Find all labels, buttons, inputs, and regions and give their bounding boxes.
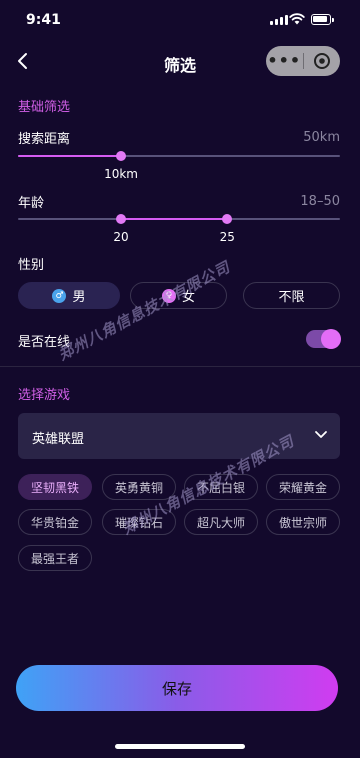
cellular-signal-icon [270,15,288,25]
game-select-value: 英雄联盟 [32,432,85,447]
distance-max: 50km [303,130,340,145]
battery-icon [311,14,334,25]
gender-option-label: 男 [72,290,86,305]
rank-chip-label: 超凡大师 [196,515,245,530]
rank-chip-label: 荣耀黄金 [278,480,327,495]
age-slider-fill [121,218,228,220]
rank-chip[interactable]: 超凡大师 [184,509,258,535]
gender-option-male[interactable]: ♂ 男 [18,282,120,309]
age-low-value: 20 [113,230,129,244]
basic-filter-title: 基础筛选 [18,100,71,115]
distance-slider-fill [18,155,122,157]
distance-value: 10km [104,167,138,181]
wifi-icon [289,13,305,25]
chevron-down-icon [315,431,327,438]
rank-chip[interactable]: 荣耀黄金 [266,474,340,500]
age-slider-high-knob[interactable] [222,214,233,224]
section-divider [0,366,360,367]
distance-slider-knob[interactable] [116,151,127,161]
online-toggle-thumb [321,329,341,349]
age-slider[interactable]: 20 25 [18,214,340,244]
gender-option-label: 不限 [278,290,305,305]
distance-label: 搜索距离 [18,132,71,147]
rank-chip-label: 坚韧黑铁 [30,480,79,495]
save-button[interactable]: 保存 [16,665,338,711]
online-toggle[interactable] [306,329,341,349]
male-icon: ♂ [52,288,67,303]
age-label: 年龄 [18,196,45,211]
rank-chip[interactable]: 最强王者 [18,545,92,571]
game-select[interactable]: 英雄联盟 [18,413,340,459]
status-bar: 9:41 [0,0,360,40]
age-range: 18–50 [300,194,340,209]
age-slider-low-knob[interactable] [116,214,127,224]
gender-option-any[interactable]: 不限 [243,282,340,309]
watermark: 郑州八角信息技术有限公司 [55,257,234,364]
rank-chip-label: 傲世宗师 [278,515,327,530]
rank-chip-label: 英勇黄铜 [114,480,163,495]
gender-label: 性别 [18,258,45,273]
rank-chip-label: 最强王者 [30,551,79,566]
more-icon[interactable]: ••• [266,46,303,76]
age-high-value: 25 [219,230,235,244]
rank-chip-label: 华贵铂金 [30,515,79,530]
nav-bar: 筛选 ••• [0,42,360,82]
distance-slider[interactable]: 10km [18,151,340,181]
game-section-title: 选择游戏 [18,388,71,403]
status-time: 9:41 [26,12,61,28]
mini-program-capsule: ••• [266,46,340,76]
rank-chip[interactable]: 傲世宗师 [266,509,340,535]
home-indicator [115,744,245,749]
rank-chip[interactable]: 坚韧黑铁 [18,474,92,500]
rank-chip[interactable]: 华贵铂金 [18,509,92,535]
close-miniprogram-icon[interactable] [303,52,340,70]
